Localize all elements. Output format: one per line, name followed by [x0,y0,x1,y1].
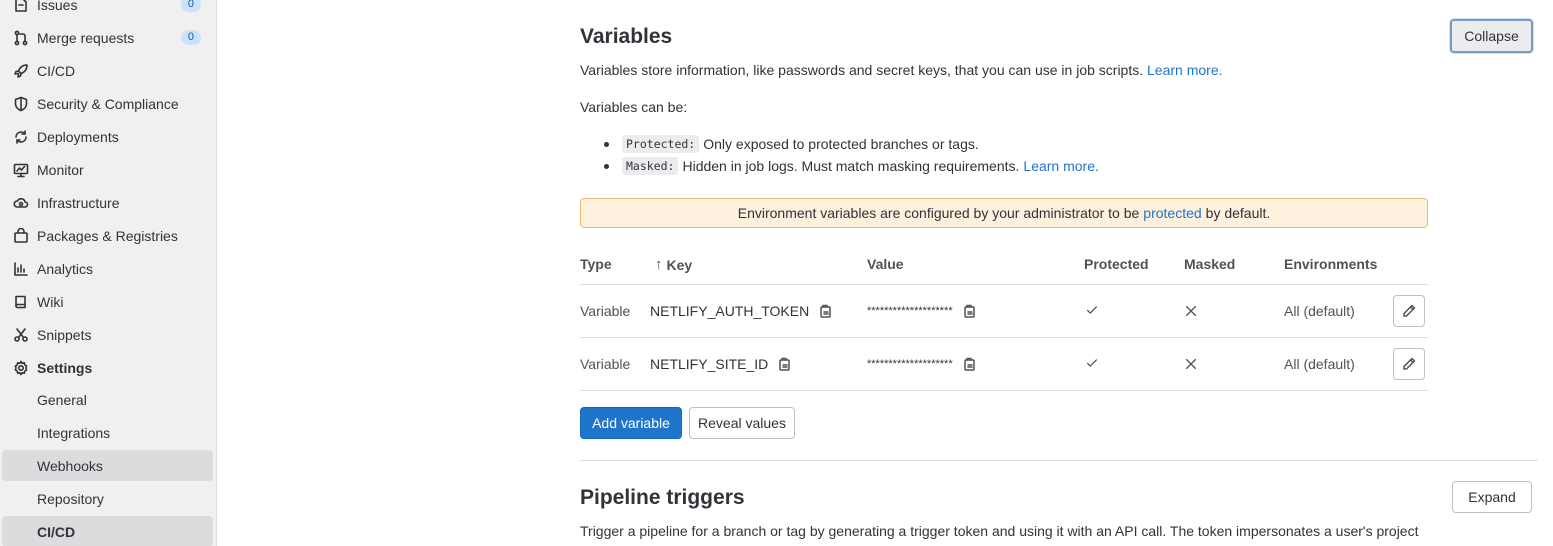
masked-code: Masked: [622,157,679,175]
column-key[interactable]: ↑ Key [655,256,692,273]
gear-icon [12,359,30,377]
protected-link[interactable]: protected [1143,205,1201,221]
sidebar-item-wiki[interactable]: Wiki [0,285,217,318]
variable-key: NETLIFY_AUTH_TOKEN [650,303,810,319]
edit-variable-button[interactable] [1393,295,1425,327]
close-icon [1184,304,1198,321]
sidebar: Issues 0 Merge requests 0 CI/CD Security… [0,0,217,546]
deployments-icon [12,128,30,146]
variable-key-cell: NETLIFY_AUTH_TOKEN [650,301,833,321]
sidebar-item-issues[interactable]: Issues 0 [0,0,217,21]
variables-description: Variables store information, like passwo… [580,62,1223,78]
sidebar-item-settings[interactable]: Settings [0,351,217,384]
sidebar-item-security[interactable]: Security & Compliance [0,87,217,120]
sidebar-item-label: Deployments [37,128,119,145]
sidebar-item-label: Monitor [37,161,84,178]
settings-sub-webhooks[interactable]: Webhooks [2,450,213,481]
copy-value-icon[interactable] [961,356,977,372]
column-protected: Protected [1084,256,1149,272]
row-divider [580,390,1428,391]
issues-icon [12,0,30,14]
book-icon [12,293,30,311]
column-value: Value [867,256,904,272]
sidebar-item-snippets[interactable]: Snippets [0,318,217,351]
sidebar-item-label: Wiki [37,293,64,310]
section-divider [580,460,1538,461]
settings-sub-repository[interactable]: Repository [2,483,213,514]
variable-environments: All (default) [1284,303,1355,319]
variable-type: Variable [580,356,631,372]
variable-value: ******************** [867,358,953,370]
masking-learn-more-link[interactable]: Learn more. [1023,158,1098,174]
merge-request-icon [12,29,30,47]
column-masked: Masked [1184,256,1236,272]
sidebar-item-label: Security & Compliance [37,95,179,112]
sidebar-item-label: Analytics [37,260,94,277]
scissors-icon [12,326,30,344]
sidebar-item-label: Infrastructure [37,194,120,211]
sidebar-item-label: Merge requests [37,29,135,46]
variable-environments: All (default) [1284,356,1355,372]
sidebar-item-analytics[interactable]: Analytics [0,252,217,285]
count-badge: 0 [180,30,201,45]
variable-value-cell: ******************** [867,301,977,321]
variable-key: NETLIFY_SITE_ID [650,356,769,372]
variable-key-cell: NETLIFY_SITE_ID [650,354,792,374]
sidebar-item-monitor[interactable]: Monitor [0,153,217,186]
variables-title: Variables [580,25,673,48]
package-icon [12,227,30,245]
check-icon [1085,356,1099,373]
pencil-icon [1401,356,1417,372]
row-divider [580,337,1428,338]
settings-sub-general[interactable]: General [2,384,213,415]
learn-more-link[interactable]: Learn more. [1147,62,1222,78]
sidebar-item-merge-requests[interactable]: Merge requests 0 [0,21,217,54]
collapse-button[interactable]: Collapse [1450,19,1533,53]
copy-value-icon[interactable] [961,303,977,319]
settings-sub-cicd[interactable]: CI/CD [2,516,213,546]
list-item: Protected: Only exposed to protected bra… [580,133,1280,155]
list-item: Masked: Hidden in job logs. Must match m… [580,155,1280,177]
sidebar-item-label: Snippets [37,326,92,343]
analytics-icon [12,260,30,278]
variables-bullets: Protected: Only exposed to protected bra… [580,133,1280,177]
sidebar-item-deployments[interactable]: Deployments [0,120,217,153]
pipeline-triggers-title: Pipeline triggers [580,486,745,509]
expand-button[interactable]: Expand [1452,481,1532,513]
add-variable-button[interactable]: Add variable [580,407,682,439]
environment-alert: Environment variables are configured by … [580,198,1428,228]
settings-sub-integrations[interactable]: Integrations [2,417,213,448]
pipeline-triggers-description: Trigger a pipeline for a branch or tag b… [580,523,1419,539]
protected-code: Protected: [622,135,700,153]
column-type: Type [580,256,612,272]
rocket-icon [12,62,30,80]
sort-arrow-up-icon: ↑ [655,256,663,273]
close-icon [1184,357,1198,374]
sidebar-item-packages[interactable]: Packages & Registries [0,219,217,252]
edit-variable-button[interactable] [1393,348,1425,380]
shield-icon [12,95,30,113]
sidebar-item-cicd[interactable]: CI/CD [0,54,217,87]
column-environments: Environments [1284,256,1378,272]
cloud-gear-icon [12,194,30,212]
sidebar-item-infrastructure[interactable]: Infrastructure [0,186,217,219]
sidebar-item-label: CI/CD [37,62,76,79]
copy-key-icon[interactable] [817,303,833,319]
monitor-icon [12,161,30,179]
sidebar-item-label: Issues [37,0,78,13]
variable-value: ******************** [867,305,953,317]
variables-can-be: Variables can be: [580,99,688,115]
variable-value-cell: ******************** [867,354,977,374]
reveal-values-button[interactable]: Reveal values [689,407,795,439]
copy-key-icon[interactable] [776,356,792,372]
variable-type: Variable [580,303,631,319]
sidebar-item-label: Settings [37,359,93,376]
pencil-icon [1401,303,1417,319]
check-icon [1085,303,1099,320]
row-divider [580,284,1428,285]
count-badge: 0 [180,0,201,12]
sidebar-item-label: Packages & Registries [37,227,178,244]
